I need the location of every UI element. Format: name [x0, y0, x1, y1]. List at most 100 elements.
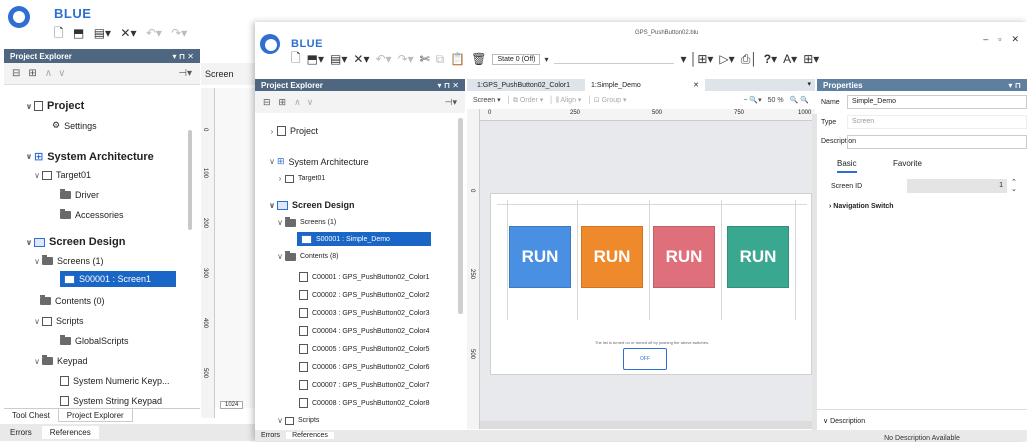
tab-favorite[interactable]: Favorite	[893, 159, 922, 168]
content-item[interactable]: C00008 : GPS_PushButton02_Color8	[299, 398, 430, 408]
zoom-out-icon[interactable]: − 🔍▾	[743, 96, 761, 104]
screen-dropdown[interactable]: Screen ▾	[473, 96, 501, 104]
tab-errors[interactable]: Errors	[0, 428, 42, 437]
print-icon[interactable]: ⎙│	[741, 52, 758, 67]
tab-project-explorer[interactable]: Project Explorer	[57, 409, 133, 422]
tab-tool-chest[interactable]: Tool Chest	[4, 409, 58, 422]
screen-id-stepper[interactable]: ⌃ ⌄	[1011, 179, 1017, 193]
close-window-button[interactable]: ✕	[1011, 34, 1019, 45]
description-field[interactable]	[847, 135, 1027, 149]
content-item[interactable]: C00006 : GPS_PushButton02_Color6	[299, 362, 430, 372]
new-icon[interactable]: 🗋	[291, 49, 301, 70]
front-tree-scrollbar[interactable]	[458, 118, 463, 314]
tree-numeric-keypad[interactable]: System Numeric Keyp...	[60, 376, 170, 386]
paste-icon[interactable]: 📋	[450, 52, 465, 66]
tree-screen-design[interactable]: ∨ Screen Design	[24, 236, 126, 248]
tree-contents[interactable]: Contents (0)	[40, 295, 105, 306]
down-icon[interactable]: ∨	[307, 97, 314, 108]
tree-scripts[interactable]: ∨ Scripts	[32, 316, 83, 326]
back-tree-scrollbar[interactable]	[188, 130, 192, 230]
content-item[interactable]: C00005 : GPS_PushButton02_Color5	[299, 344, 430, 354]
minimize-button[interactable]: –	[983, 34, 988, 45]
content-item[interactable]: C00002 : GPS_PushButton02_Color2	[299, 290, 430, 300]
panel-controls[interactable]: ▾ ⊓ ✕	[172, 52, 194, 61]
zoom-fit-icon[interactable]: 🔍 🔍	[790, 96, 809, 104]
description-section[interactable]: ∨ Description	[823, 417, 865, 425]
group-dropdown[interactable]: │ ⊡ Group ▾	[587, 96, 626, 104]
panel-controls[interactable]: ▾ ⊓ ✕	[437, 81, 459, 90]
pin-icon[interactable]: ⊣▾	[178, 68, 192, 79]
cut-icon[interactable]: ✄	[420, 52, 430, 66]
collapse-icon[interactable]: ⊟	[263, 97, 271, 108]
order-dropdown[interactable]: │ ⧉ Order ▾	[507, 96, 544, 105]
open-icon[interactable]: ⬒	[73, 26, 84, 40]
tree-screen-simple-demo[interactable]: S00001 : Simple_Demo	[297, 232, 431, 246]
tree-screens[interactable]: ∨ Screens (1)	[275, 216, 336, 227]
run-button-3[interactable]: RUN	[653, 226, 715, 288]
tree-project[interactable]: › Project	[267, 126, 318, 136]
tree-keypad[interactable]: ∨ Keypad	[32, 355, 88, 366]
state-select[interactable]: State 0 (Off)	[492, 53, 541, 65]
undo-icon[interactable]: ↶▾	[146, 26, 162, 40]
open-icon[interactable]: ⬒▾	[307, 52, 324, 66]
undo-icon[interactable]: ↶▾	[375, 52, 391, 66]
maximize-button[interactable]: ▫	[998, 34, 1001, 45]
view-icon[interactable]: ▾ │⊞▾	[680, 52, 713, 66]
up-icon[interactable]: ∧	[45, 68, 52, 79]
tab-references[interactable]: References	[41, 426, 99, 439]
tree-system-architecture[interactable]: ∨ ⊞ System Architecture	[24, 150, 154, 164]
run-button-1[interactable]: RUN	[509, 226, 571, 288]
pin-icon[interactable]: ⊣▾	[445, 97, 457, 108]
tree-screens[interactable]: ∨ Screens (1)	[32, 255, 104, 266]
navigation-switch-section[interactable]: › Navigation Switch	[829, 203, 894, 210]
save-icon[interactable]: ▤▾	[330, 52, 347, 66]
copy-icon[interactable]: ⧉	[436, 52, 445, 67]
tree-string-keypad[interactable]: System String Keypad	[60, 396, 162, 406]
tree-scripts[interactable]: ∨ Scripts	[275, 416, 319, 425]
redo-icon[interactable]: ↷▾	[171, 26, 187, 40]
content-item[interactable]: C00001 : GPS_PushButton02_Color1	[299, 272, 430, 282]
expand-icon[interactable]: ⊞	[28, 68, 36, 79]
redo-icon[interactable]: ↷▾	[398, 52, 414, 66]
canvas-hscrollbar[interactable]	[480, 421, 815, 429]
tab-basic[interactable]: Basic	[837, 159, 857, 173]
content-item[interactable]: C00004 : GPS_PushButton02_Color4	[299, 326, 430, 336]
save-icon[interactable]: ▤▾	[94, 26, 111, 40]
doc-tab-simple-demo[interactable]: 1:Simple_Demo ✕	[585, 79, 705, 91]
tree-system-architecture[interactable]: ∨ ⊞ System Architecture	[267, 156, 369, 167]
state-dropdown-icon[interactable]: ▾	[544, 55, 548, 64]
tree-screen1[interactable]: S00001 : Screen1	[60, 271, 176, 287]
close-tab-icon[interactable]: ✕	[693, 81, 699, 89]
tree-driver[interactable]: Driver	[60, 189, 99, 200]
tree-target[interactable]: ∨ Target01	[32, 170, 91, 180]
run-icon[interactable]: ▷▾	[719, 52, 734, 66]
tree-settings[interactable]: ⚙ Settings	[52, 120, 97, 131]
run-button-2[interactable]: RUN	[581, 226, 643, 288]
tree-global-scripts[interactable]: GlobalScripts	[60, 335, 129, 346]
run-button-4[interactable]: RUN	[727, 226, 789, 288]
tree-target[interactable]: › Target01	[275, 174, 326, 183]
name-field[interactable]: Simple_Demo	[847, 95, 1027, 109]
help-icon[interactable]: ?▾	[764, 52, 777, 66]
down-icon[interactable]: ∨	[58, 68, 65, 79]
up-icon[interactable]: ∧	[294, 97, 301, 108]
zoom-level[interactable]: 50 %	[768, 97, 784, 104]
design-canvas[interactable]: RUN RUN RUN RUN The list is turned on or…	[480, 121, 815, 429]
tree-project[interactable]: ∨ Project	[24, 100, 85, 112]
new-icon[interactable]: 🗋	[54, 24, 64, 45]
tree-contents[interactable]: ∨ Contents (8)	[275, 250, 339, 261]
tab-list-icon[interactable]: ▾	[807, 80, 811, 88]
off-button[interactable]: OFF	[623, 348, 667, 370]
screen-id-field[interactable]: 1	[907, 179, 1007, 193]
tab-errors[interactable]: Errors	[255, 432, 286, 439]
screen-dropdown[interactable]: Screen	[205, 69, 234, 79]
tree-screen-design[interactable]: ∨ Screen Design	[267, 200, 355, 210]
delete-icon[interactable]: 🗑	[471, 52, 486, 66]
close-file-icon[interactable]: ✕▾	[353, 52, 369, 66]
align-dropdown[interactable]: │ ⫼ Align ▾	[549, 96, 581, 105]
font-icon[interactable]: A▾	[783, 52, 797, 66]
tab-references[interactable]: References	[286, 432, 334, 439]
collapse-icon[interactable]: ⊟	[12, 68, 20, 79]
content-item[interactable]: C00007 : GPS_PushButton02_Color7	[299, 380, 430, 390]
doc-tab-color1[interactable]: 1:GPS_PushButton02_Color1	[471, 79, 581, 91]
